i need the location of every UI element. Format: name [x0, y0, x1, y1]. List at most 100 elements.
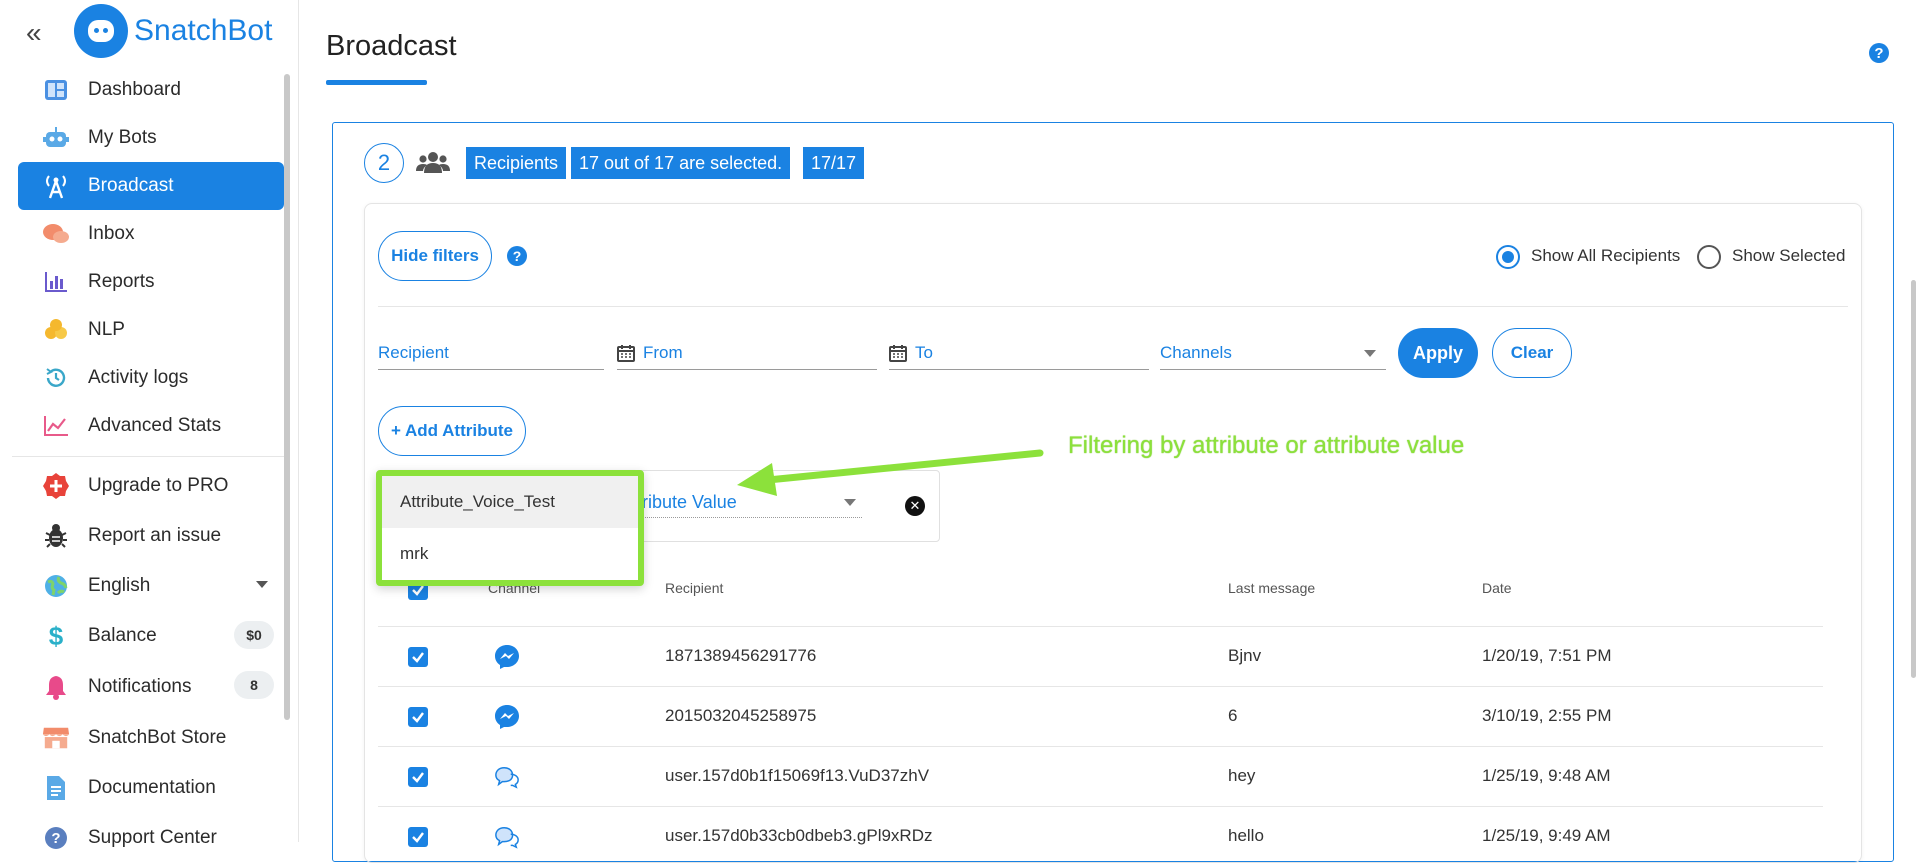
help-icon[interactable]: ?	[1869, 43, 1889, 63]
channels-placeholder: Channels	[1160, 342, 1232, 362]
table-row-divider	[378, 686, 1823, 687]
attribute-option[interactable]: Attribute_Voice_Test	[382, 476, 638, 528]
selection-ratio-tag: 17/17	[803, 147, 865, 179]
document-icon	[42, 774, 70, 802]
row-checkbox[interactable]	[408, 647, 428, 667]
logo[interactable]: SnatchBot	[74, 4, 272, 58]
sidebar-item-support-center[interactable]: ? Support Center	[18, 813, 284, 863]
attribute-dropdown: Attribute_Voice_Test mrk	[376, 470, 644, 586]
sidebar-item-label: Documentation	[88, 777, 216, 798]
recipient-placeholder: Recipient	[378, 342, 449, 362]
clear-button[interactable]: Clear	[1492, 328, 1572, 378]
selection-count-tag: 17 out of 17 are selected.	[571, 147, 791, 179]
history-icon	[42, 364, 70, 392]
title-underline	[326, 80, 427, 85]
to-placeholder: To	[915, 342, 933, 362]
sidebar-item-label: Broadcast	[88, 175, 174, 196]
sidebar-item-label: My Bots	[88, 127, 157, 148]
sidebar-item-label: Balance	[88, 625, 157, 646]
robot-icon	[42, 124, 70, 152]
sidebar-item-upgrade[interactable]: Upgrade to PRO	[18, 461, 284, 511]
bug-icon	[42, 522, 70, 550]
sidebar-item-inbox[interactable]: Inbox	[18, 210, 284, 258]
dollar-icon: $	[48, 620, 64, 651]
sidebar-item-label: SnatchBot Store	[88, 727, 227, 748]
sidebar-item-notifications[interactable]: Notifications 8	[18, 661, 284, 713]
date-cell: 3/10/19, 2:55 PM	[1482, 706, 1612, 725]
column-header-last-message[interactable]: Last message	[1228, 580, 1315, 596]
row-checkbox[interactable]	[408, 827, 428, 847]
sidebar-item-report-issue[interactable]: Report an issue	[18, 511, 284, 561]
attribute-value-select[interactable]: Attribute Value	[620, 488, 862, 518]
recipients-tag: Recipients	[466, 147, 567, 179]
sidebar-item-balance[interactable]: $ Balance $0	[18, 611, 284, 661]
row-checkbox[interactable]	[408, 707, 428, 727]
sidebar-item-label: Upgrade to PRO	[88, 475, 229, 496]
sidebar-item-my-bots[interactable]: My Bots	[18, 114, 284, 162]
dashboard-icon	[42, 76, 70, 104]
sidebar-nav: Dashboard My Bots Broadcast Inbox Report…	[12, 66, 286, 863]
to-date-input[interactable]: To	[889, 336, 1149, 370]
add-attribute-button[interactable]: + Add Attribute	[378, 406, 526, 456]
recipient-input[interactable]: Recipient	[378, 336, 604, 370]
column-header-date[interactable]: Date	[1482, 580, 1512, 596]
last-message-cell: hello	[1228, 826, 1264, 845]
row-checkbox[interactable]	[408, 767, 428, 787]
sidebar-item-documentation[interactable]: Documentation	[18, 763, 284, 813]
show-all-label[interactable]: Show All Recipients	[1531, 246, 1680, 266]
sidebar-scrollbar[interactable]	[284, 74, 290, 720]
sidebar-item-activity-logs[interactable]: Activity logs	[18, 354, 284, 402]
apply-button[interactable]: Apply	[1398, 328, 1478, 378]
sidebar-item-language[interactable]: English	[18, 561, 284, 611]
sidebar-item-label: Notifications	[88, 676, 192, 697]
app-name: SnatchBot	[134, 14, 273, 47]
chevron-down-icon[interactable]	[256, 581, 268, 588]
sidebar-item-label: Dashboard	[88, 79, 181, 100]
sidebar-item-reports[interactable]: Reports	[18, 258, 284, 306]
main-scrollbar[interactable]	[1911, 280, 1916, 678]
bar-chart-icon	[42, 268, 70, 296]
recipient-cell: user.157d0b1f15069f13.VuD37zhV	[665, 766, 930, 785]
sidebar-item-store[interactable]: SnatchBot Store	[18, 713, 284, 763]
recipient-cell: 1871389456291776	[665, 646, 817, 665]
recipient-cell: 2015032045258975	[665, 706, 817, 725]
notifications-count-badge: 8	[234, 671, 274, 699]
chevron-down-icon	[1364, 350, 1376, 357]
sidebar-item-label: Support Center	[88, 827, 217, 848]
store-icon	[42, 724, 70, 752]
recipient-cell: user.157d0b33cb0dbeb3.gPl9xRDz	[665, 826, 933, 845]
sidebar-item-advanced-stats[interactable]: Advanced Stats	[18, 402, 284, 450]
chevron-down-icon	[844, 499, 856, 506]
webchat-icon	[495, 826, 519, 849]
broadcast-icon	[42, 172, 70, 200]
sidebar-divider	[12, 456, 286, 457]
calendar-icon	[617, 344, 635, 362]
column-header-recipient[interactable]: Recipient	[665, 580, 723, 596]
remove-attribute-icon[interactable]: ✕	[905, 496, 925, 516]
chat-bubbles-icon	[42, 220, 70, 248]
sidebar-item-dashboard[interactable]: Dashboard	[18, 66, 284, 114]
sidebar-item-label: English	[88, 575, 151, 596]
show-selected-radio[interactable]	[1697, 245, 1721, 269]
from-date-input[interactable]: From	[617, 336, 877, 370]
sidebar-item-label: Activity logs	[88, 367, 189, 388]
date-cell: 1/25/19, 9:48 AM	[1482, 766, 1611, 785]
filters-help-icon[interactable]: ?	[507, 246, 527, 266]
last-message-cell: 6	[1228, 706, 1238, 725]
upgrade-badge-icon	[42, 472, 70, 500]
show-selected-label[interactable]: Show Selected	[1732, 246, 1845, 266]
snatchbot-logo-icon	[74, 4, 128, 58]
bell-icon	[42, 673, 70, 701]
calendar-icon	[889, 344, 907, 362]
sidebar-item-nlp[interactable]: NLP	[18, 306, 284, 354]
table-row-divider	[378, 746, 1823, 747]
page-title: Broadcast	[326, 30, 457, 62]
hide-filters-button[interactable]: Hide filters	[378, 231, 492, 281]
coins-icon	[42, 316, 70, 344]
sidebar-item-broadcast[interactable]: Broadcast	[18, 162, 284, 210]
globe-icon	[42, 572, 70, 600]
collapse-sidebar-icon[interactable]: «	[26, 19, 42, 47]
channels-select[interactable]: Channels	[1160, 336, 1386, 370]
attribute-option[interactable]: mrk	[382, 528, 638, 580]
show-all-radio[interactable]	[1496, 245, 1520, 269]
